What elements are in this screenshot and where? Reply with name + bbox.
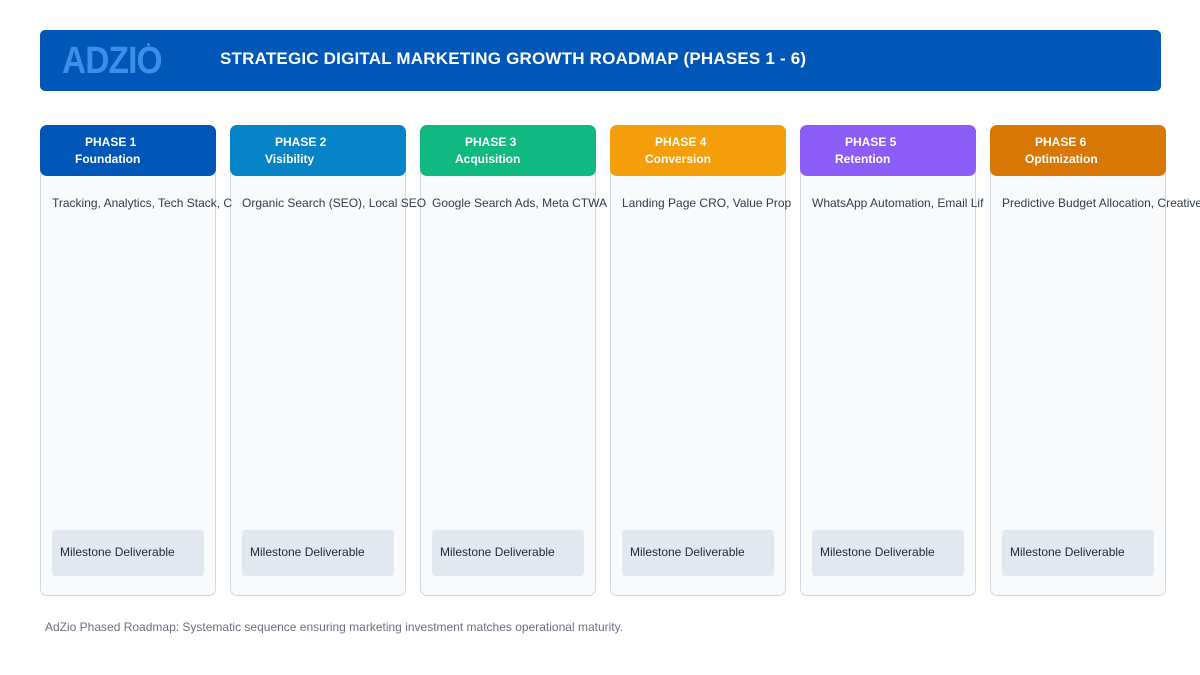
milestone-label: Milestone Deliverable [440, 545, 555, 559]
roadmap-page: ADZIO STRATEGIC DIGITAL MARKETING GROWTH… [0, 0, 1200, 675]
phase-focus-text: Tracking, Analytics, Tech Stack, C [52, 196, 233, 210]
phase-header: PHASE 3 Acquisition [420, 125, 596, 176]
phase-column-5: PHASE 5 Retention WhatsApp Automation, E… [800, 125, 983, 596]
phase-header: PHASE 5 Retention [800, 125, 976, 176]
milestone-box: Milestone Deliverable [812, 530, 964, 576]
phase-number: PHASE 1 [85, 135, 137, 149]
phase-header: PHASE 4 Conversion [610, 125, 786, 176]
milestone-box: Milestone Deliverable [432, 530, 584, 576]
phase-name: Retention [835, 152, 891, 166]
phase-name: Acquisition [455, 152, 521, 166]
phase-name: Foundation [75, 152, 141, 166]
milestone-label: Milestone Deliverable [1010, 545, 1125, 559]
phase-focus-text: Google Search Ads, Meta CTWA [432, 196, 607, 210]
phase-column-2: PHASE 2 Visibility Organic Search (SEO),… [230, 125, 426, 596]
phase-header: PHASE 2 Visibility [230, 125, 406, 176]
phase-focus-text: Landing Page CRO, Value Prop [622, 196, 792, 210]
roadmap-caption: AdZio Phased Roadmap: Systematic sequenc… [45, 620, 624, 634]
milestone-box: Milestone Deliverable [1002, 530, 1154, 576]
phase-number: PHASE 3 [465, 135, 517, 149]
logo-registered-mark-icon [147, 43, 150, 46]
milestone-box: Milestone Deliverable [242, 530, 394, 576]
phase-name: Conversion [645, 152, 712, 166]
phase-number: PHASE 4 [655, 135, 707, 149]
phase-number: PHASE 6 [1035, 135, 1087, 149]
phase-number: PHASE 5 [845, 135, 897, 149]
header-banner: ADZIO STRATEGIC DIGITAL MARKETING GROWTH… [40, 30, 1161, 91]
phase-name: Optimization [1025, 152, 1098, 166]
milestone-label: Milestone Deliverable [630, 545, 745, 559]
phase-number: PHASE 2 [275, 135, 327, 149]
phase-header: PHASE 1 Foundation [40, 125, 216, 176]
phase-focus-text: Organic Search (SEO), Local SEO [242, 196, 427, 210]
page-title: STRATEGIC DIGITAL MARKETING GROWTH ROADM… [220, 49, 807, 68]
phase-column-6: PHASE 6 Optimization Predictive Budget A… [990, 125, 1200, 596]
milestone-box: Milestone Deliverable [52, 530, 204, 576]
milestone-box: Milestone Deliverable [622, 530, 774, 576]
phase-focus-text: WhatsApp Automation, Email Lif [812, 196, 984, 210]
milestone-label: Milestone Deliverable [250, 545, 365, 559]
milestone-label: Milestone Deliverable [820, 545, 935, 559]
phase-name: Visibility [265, 152, 315, 166]
milestone-label: Milestone Deliverable [60, 545, 175, 559]
phase-header: PHASE 6 Optimization [990, 125, 1166, 176]
phase-column-4: PHASE 4 Conversion Landing Page CRO, Val… [610, 125, 791, 596]
phase-focus-text: Predictive Budget Allocation, Creative [1002, 196, 1200, 210]
phase-column-1: PHASE 1 Foundation Tracking, Analytics, … [40, 125, 232, 596]
phase-column-3: PHASE 3 Acquisition Google Search Ads, M… [420, 125, 607, 596]
